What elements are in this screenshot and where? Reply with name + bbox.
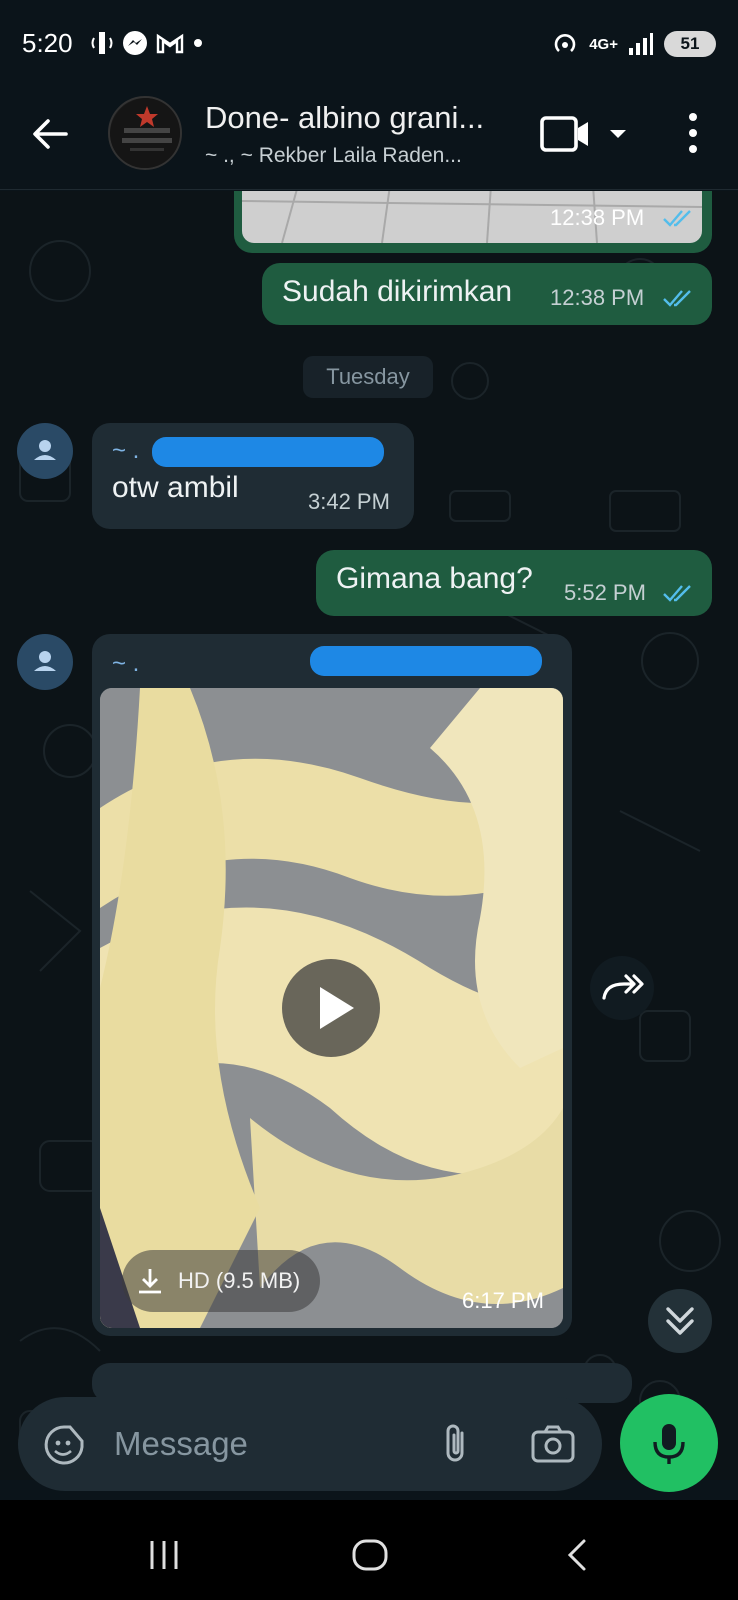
read-ticks-icon: [663, 585, 691, 602]
forward-icon: [602, 974, 644, 1000]
message-text: otw ambil: [112, 471, 239, 504]
message-text: Gimana bang?: [336, 562, 533, 595]
sticker-emoji-icon[interactable]: [42, 1423, 86, 1467]
hotspot-icon: [554, 34, 576, 52]
message-time: 12:38 PM: [550, 205, 645, 230]
chat-subtitle[interactable]: ~ ., ~ Rekber Laila Raden...: [205, 144, 515, 168]
outgoing-message[interactable]: Sudah dikirimkan 12:38 PM: [262, 263, 712, 325]
back-nav-icon[interactable]: [558, 1535, 598, 1575]
gmail-icon: [156, 33, 184, 54]
system-nav-bar: [0, 1500, 738, 1600]
scroll-to-bottom-button[interactable]: [648, 1289, 712, 1353]
sender-name: ~ .: [112, 437, 140, 464]
forward-button[interactable]: [590, 956, 654, 1020]
group-logo-icon: [110, 98, 180, 168]
outgoing-message[interactable]: Gimana bang? 5:52 PM: [316, 550, 712, 616]
redacted-number: [310, 646, 542, 676]
double-chevron-down-icon: [666, 1307, 694, 1335]
message-text: Sudah dikirimkan: [282, 275, 513, 308]
voice-message-button[interactable]: [620, 1394, 718, 1492]
message-time: 5:52 PM: [564, 580, 646, 605]
chat-header: Done- albino grani... ~ ., ~ Rekber Lail…: [0, 86, 738, 190]
incoming-message[interactable]: ~ . otw ambil 3:42 PM: [92, 423, 414, 529]
battery-level: 51: [680, 34, 700, 53]
download-icon: [139, 1269, 161, 1294]
chat-area[interactable]: 12:38 PM Sudah dikirimkan 12:38 PM Tuesd…: [0, 191, 738, 1480]
sender-name: ~ .: [112, 650, 140, 677]
camera-icon[interactable]: [530, 1423, 576, 1465]
sender-avatar[interactable]: [17, 423, 73, 479]
message-time: 12:38 PM: [550, 285, 645, 310]
signal-icon: [629, 33, 653, 55]
message-time: 6:17 PM: [462, 1288, 544, 1313]
sender-avatar[interactable]: [17, 634, 73, 690]
microphone-icon: [653, 1424, 685, 1464]
message-input[interactable]: [114, 1417, 394, 1471]
group-avatar[interactable]: [108, 96, 182, 170]
person-icon: [34, 651, 56, 671]
recent-apps-icon[interactable]: [144, 1535, 184, 1575]
chat-title[interactable]: Done- albino grani...: [205, 100, 515, 136]
status-time: 5:20: [22, 28, 73, 58]
status-bar: 5:20 4G+ 51: [0, 0, 738, 86]
notification-icon: [91, 32, 113, 54]
play-icon: [320, 987, 354, 1029]
video-call-icon[interactable]: [540, 114, 628, 154]
redacted-number: [152, 437, 384, 467]
messenger-icon: [123, 31, 147, 55]
message-time: 3:42 PM: [308, 489, 390, 514]
attach-icon[interactable]: [436, 1421, 476, 1467]
play-button[interactable]: [282, 959, 380, 1057]
more-options-icon[interactable]: [676, 108, 710, 158]
battery-indicator: 51: [664, 31, 716, 57]
video-thumbnail[interactable]: HD (9.5 MB) 6:17 PM: [100, 688, 563, 1328]
outgoing-image-message[interactable]: 12:38 PM: [234, 191, 712, 253]
dot-icon: [194, 39, 202, 47]
read-ticks-icon: [663, 290, 691, 307]
back-arrow-icon[interactable]: [28, 112, 72, 156]
home-icon[interactable]: [350, 1535, 390, 1575]
person-icon: [34, 440, 56, 460]
download-hd-button[interactable]: HD (9.5 MB): [122, 1250, 320, 1312]
read-ticks-icon: [663, 210, 691, 227]
video-size: HD (9.5 MB): [178, 1268, 301, 1293]
network-type: 4G+: [589, 35, 618, 53]
message-composer: [18, 1397, 602, 1491]
date-divider: Tuesday: [303, 356, 433, 398]
